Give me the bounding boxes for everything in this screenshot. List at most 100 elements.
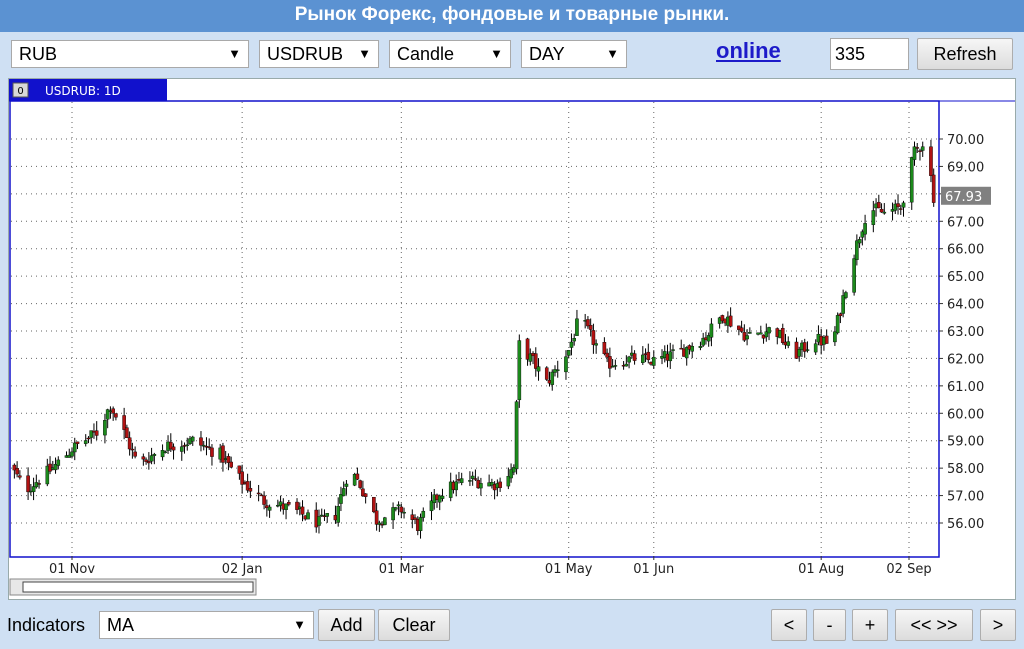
chart-type-select-value: Candle: [397, 44, 455, 64]
clear-indicators-button[interactable]: Clear: [378, 609, 450, 641]
candle-body: [94, 430, 99, 436]
add-indicator-button[interactable]: Add: [318, 609, 375, 641]
candle-body: [470, 475, 475, 479]
candle-body: [256, 492, 261, 495]
candle-body: [564, 356, 568, 373]
candle-body: [363, 493, 368, 497]
candle-body: [739, 327, 744, 332]
zoom-in-button[interactable]: +: [852, 609, 888, 641]
candle-body: [759, 332, 763, 335]
candle-body: [75, 441, 80, 444]
candle-body: [544, 367, 549, 380]
candle-body: [651, 356, 656, 366]
x-tick-label: 02 Sep: [886, 562, 931, 577]
y-tick-label: 65.00: [947, 270, 984, 285]
candle-body: [152, 453, 157, 456]
candle-body: [841, 295, 845, 314]
candle-body: [374, 510, 379, 525]
candle-body: [26, 475, 30, 493]
chart-tab-label: USDRUB: 1D: [45, 84, 121, 98]
candle-body: [229, 461, 233, 468]
candle-body: [473, 478, 478, 480]
candle-body: [147, 461, 151, 464]
candle-body: [355, 473, 360, 480]
online-link[interactable]: online: [716, 38, 781, 64]
candle-body: [797, 349, 802, 357]
candle-body: [336, 506, 340, 523]
candle-body: [844, 292, 848, 298]
candle-body: [855, 240, 859, 260]
candle-body: [566, 350, 571, 356]
candle-body: [127, 437, 132, 450]
symbol-select[interactable]: USDRUB ▼: [259, 40, 379, 68]
candle-body: [852, 258, 856, 293]
candle-body: [813, 343, 818, 353]
chart-type-select[interactable]: Candle ▼: [389, 40, 511, 68]
candle-body: [114, 413, 118, 418]
candle-body: [602, 342, 607, 354]
y-tick-label: 66.00: [947, 243, 984, 258]
candle-body: [514, 401, 519, 470]
candle-body: [575, 318, 579, 336]
candle-body: [613, 365, 618, 367]
candle-body: [668, 351, 673, 362]
last-price-label: 67.93: [945, 190, 982, 205]
candle-body: [56, 459, 61, 466]
candle-body: [149, 455, 154, 462]
candle-body: [286, 502, 291, 505]
chart-area: 0 USDRUB: 1D 70.0069.0068.0067.0066.0065…: [8, 78, 1016, 600]
scrollbar-thumb[interactable]: [22, 581, 254, 593]
indicator-select-value: MA: [107, 615, 134, 635]
candle-body: [569, 341, 574, 348]
candle-body: [690, 346, 695, 352]
nav-next-button[interactable]: >: [980, 609, 1016, 641]
candle-body: [125, 427, 129, 439]
candle-body: [898, 208, 903, 210]
candle-body: [163, 451, 168, 453]
candle-body: [190, 436, 195, 442]
candle-body: [896, 203, 900, 208]
candle-body: [780, 328, 785, 343]
candle-body: [838, 313, 843, 316]
chevron-down-icon: ▼: [606, 46, 619, 61]
refresh-button[interactable]: Refresh: [917, 38, 1013, 70]
x-tick-label: 01 Nov: [49, 562, 95, 577]
candle-body: [262, 495, 266, 505]
candle-body: [646, 351, 651, 361]
market-select[interactable]: RUB ▼: [11, 40, 249, 68]
bars-input[interactable]: 335: [830, 38, 909, 70]
y-tick-label: 63.00: [947, 325, 984, 340]
candle-body: [160, 450, 165, 458]
candle-body: [418, 517, 423, 531]
candle-body: [86, 437, 91, 440]
y-tick-label: 57.00: [947, 490, 984, 505]
y-tick-label: 59.00: [947, 435, 984, 450]
x-tick-label: 01 May: [545, 562, 593, 577]
zoom-out-button[interactable]: -: [813, 609, 846, 641]
candle-body: [835, 315, 840, 334]
period-select[interactable]: DAY ▼: [521, 40, 627, 68]
y-tick-label: 69.00: [947, 160, 984, 175]
candle-body: [920, 146, 925, 151]
candle-body: [306, 512, 310, 520]
candle-body: [918, 150, 922, 152]
candle-body: [103, 420, 107, 436]
chevron-down-icon: ▼: [490, 46, 503, 61]
candle-body: [915, 147, 920, 149]
candle-body: [402, 511, 406, 514]
candle-body: [394, 507, 398, 510]
chevron-down-icon: ▼: [228, 46, 241, 61]
candle-body: [824, 335, 829, 344]
candle-body: [248, 488, 253, 492]
candle-body: [912, 146, 917, 160]
fit-all-button[interactable]: << >>: [895, 609, 973, 641]
nav-prev-button[interactable]: <: [771, 609, 807, 641]
candle-body: [498, 481, 502, 488]
indicator-select[interactable]: MA ▼: [99, 611, 314, 639]
candle-body: [698, 346, 703, 348]
candle-body: [179, 446, 184, 452]
candle-body: [863, 223, 867, 235]
period-select-value: DAY: [529, 44, 565, 64]
candle-body: [34, 482, 39, 488]
candle-body: [72, 442, 77, 453]
